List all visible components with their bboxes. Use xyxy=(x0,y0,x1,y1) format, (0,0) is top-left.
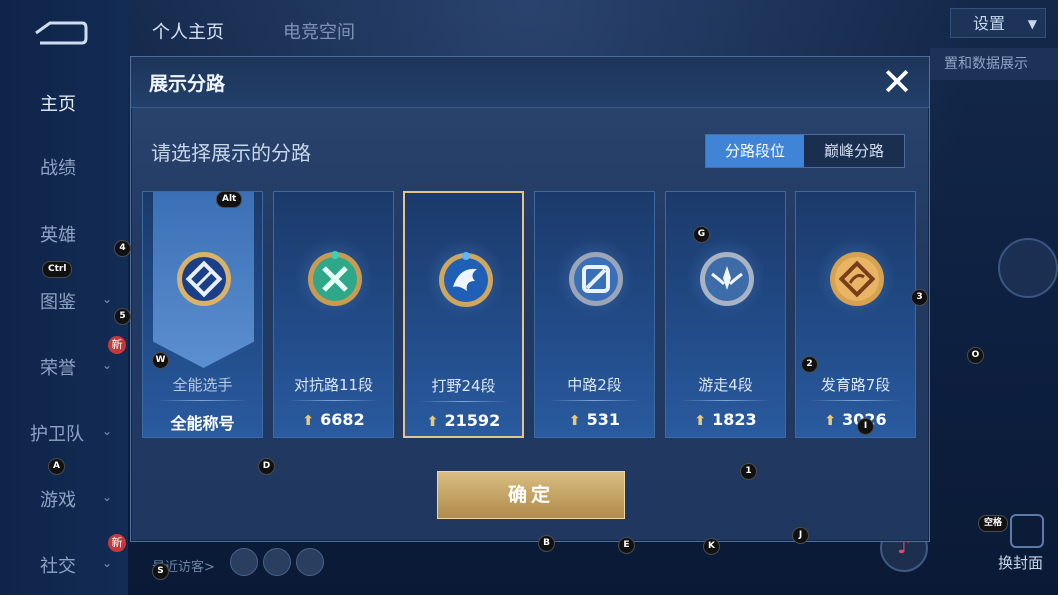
lane-card-mid[interactable]: 中路2段 ⬆ 531 xyxy=(534,191,655,438)
key-hint-i: I xyxy=(857,418,874,435)
dialog-subtitle: 请选择展示的分路 xyxy=(151,141,311,165)
divider xyxy=(549,400,640,401)
key-hint-1: 1 xyxy=(740,463,757,480)
power-icon: ⬆ xyxy=(426,414,439,430)
key-hint-o: O xyxy=(967,347,984,364)
key-hint-j: J xyxy=(792,527,809,544)
visitor-avatar[interactable] xyxy=(230,548,258,576)
mid-lane-icon xyxy=(569,252,623,306)
tab-profile[interactable]: 个人主页 xyxy=(152,18,224,44)
sidebar-item-records[interactable]: 战绩 xyxy=(40,154,76,180)
chevron-down-icon: ⌄ xyxy=(102,490,113,504)
chevron-down-icon: ⌄ xyxy=(102,358,113,372)
lane-card-value: 全能称号 xyxy=(170,414,235,433)
key-hint-2: 2 xyxy=(801,356,818,373)
lane-type-toggle: 分路段位 巅峰分路 xyxy=(705,134,905,168)
divider xyxy=(157,400,248,401)
lane-card-value: 1823 xyxy=(712,410,757,429)
lane-card-power: ⬆ 6682 xyxy=(274,410,393,429)
lane-card-power: ⬆ 531 xyxy=(535,410,654,429)
lane-card-roam[interactable]: 游走4段 ⬆ 1823 xyxy=(665,191,786,438)
key-hint-e: E xyxy=(618,537,635,554)
lane-card-clash[interactable]: 对抗路11段 ⬆ 6682 xyxy=(273,191,394,438)
dialog-header: 展示分路 ✕ xyxy=(131,57,929,108)
tab-esports[interactable]: 电竞空间 xyxy=(283,18,355,44)
divider xyxy=(419,401,508,402)
lane-card-all-round[interactable]: 全能选手 全能称号 xyxy=(142,191,263,438)
sidebar-item-home[interactable]: 主页 xyxy=(40,90,76,116)
key-hint-4: 4 xyxy=(114,240,131,257)
visitor-avatar[interactable] xyxy=(263,548,291,576)
lane-card-value: 21592 xyxy=(444,411,501,430)
key-hint-5: 5 xyxy=(114,308,131,325)
jungle-icon xyxy=(439,252,493,307)
new-badge: 新 xyxy=(108,534,126,552)
lane-card-value: 531 xyxy=(586,410,621,429)
clash-lane-icon xyxy=(308,251,362,306)
all-round-icon xyxy=(177,252,231,306)
roam-icon xyxy=(700,252,754,306)
farm-lane-icon xyxy=(830,252,884,306)
sidebar-item-heroes[interactable]: 英雄 xyxy=(40,221,76,247)
sidebar-item-honor[interactable]: 荣誉 xyxy=(40,354,76,380)
visitor-avatar[interactable] xyxy=(296,548,324,576)
lane-card-value: 6682 xyxy=(320,410,365,429)
lane-display-dialog: 展示分路 ✕ 请选择展示的分路 分路段位 巅峰分路 全能选手 全能称号 对抗路1… xyxy=(130,56,930,542)
key-hint-ctrl: Ctrl xyxy=(42,261,73,278)
divider xyxy=(810,400,901,401)
power-icon: ⬆ xyxy=(824,413,837,429)
sidebar-item-guard[interactable]: 护卫队 xyxy=(30,420,84,446)
key-hint-a: A xyxy=(48,458,65,475)
lane-card-name: 中路2段 xyxy=(567,376,622,394)
lane-card-power: ⬆ 1823 xyxy=(666,410,785,429)
sidebar: 主页 战绩 英雄 图鉴 ⌄ 荣誉 ⌄ 新 护卫队 ⌄ 游戏 ⌄ 社交 ⌄ 新 xyxy=(0,0,128,595)
back-icon[interactable] xyxy=(30,20,88,46)
lane-card-jungle[interactable]: 打野24段 ⬆ 21592 xyxy=(403,191,524,438)
lane-card-name: 打野24段 xyxy=(431,377,496,395)
lane-card-power: ⬆ 21592 xyxy=(405,411,522,430)
new-badge: 新 xyxy=(108,336,126,354)
sidebar-item-gallery[interactable]: 图鉴 xyxy=(40,288,76,314)
confirm-button[interactable]: 确定 xyxy=(437,471,625,519)
lane-card-name: 游走4段 xyxy=(698,376,753,394)
sidebar-item-social[interactable]: 社交 xyxy=(40,552,76,578)
power-icon: ⬆ xyxy=(302,413,315,429)
key-hint-d: D xyxy=(258,458,275,475)
key-hint-b: B xyxy=(538,535,555,552)
key-hint-g: G xyxy=(693,226,710,243)
key-hint-w: W xyxy=(152,352,169,369)
cover-icon[interactable] xyxy=(1010,514,1044,548)
key-hint-3: 3 xyxy=(911,289,928,306)
lane-card-name: 对抗路11段 xyxy=(293,376,374,394)
power-icon: ⬆ xyxy=(568,413,581,429)
key-hint-k: K xyxy=(703,538,720,555)
power-icon: ⬆ xyxy=(694,413,707,429)
avatar[interactable] xyxy=(998,238,1058,298)
settings-data-display[interactable]: 置和数据展示 xyxy=(930,48,1058,80)
divider xyxy=(288,400,379,401)
key-hint-space: 空格 xyxy=(978,515,1009,532)
lane-card-name: 发育路7段 xyxy=(820,376,891,394)
change-cover-label[interactable]: 换封面 xyxy=(998,552,1043,573)
settings-label: 设置 xyxy=(973,14,1006,33)
lane-card-name: 全能选手 xyxy=(172,376,233,394)
settings-dropdown[interactable]: 设置 ▼ xyxy=(950,8,1046,38)
chevron-down-icon: ⌄ xyxy=(102,292,113,306)
tab-lane-rank[interactable]: 分路段位 xyxy=(706,135,804,167)
chevron-down-icon: ⌄ xyxy=(102,556,113,570)
chevron-down-icon: ▼ xyxy=(1027,17,1037,31)
dialog-title: 展示分路 xyxy=(149,73,226,95)
tab-peak-lane[interactable]: 巅峰分路 xyxy=(805,135,903,167)
chevron-down-icon: ⌄ xyxy=(102,424,113,438)
sidebar-item-games[interactable]: 游戏 xyxy=(40,486,76,512)
key-hint-s: S xyxy=(152,563,169,580)
lane-card-farm[interactable]: 发育路7段 ⬆3026 xyxy=(795,191,916,438)
close-button[interactable]: ✕ xyxy=(877,62,917,102)
divider xyxy=(680,400,771,401)
key-hint-alt: Alt xyxy=(216,191,243,208)
lane-card-power: ⬆3026 xyxy=(796,410,915,429)
